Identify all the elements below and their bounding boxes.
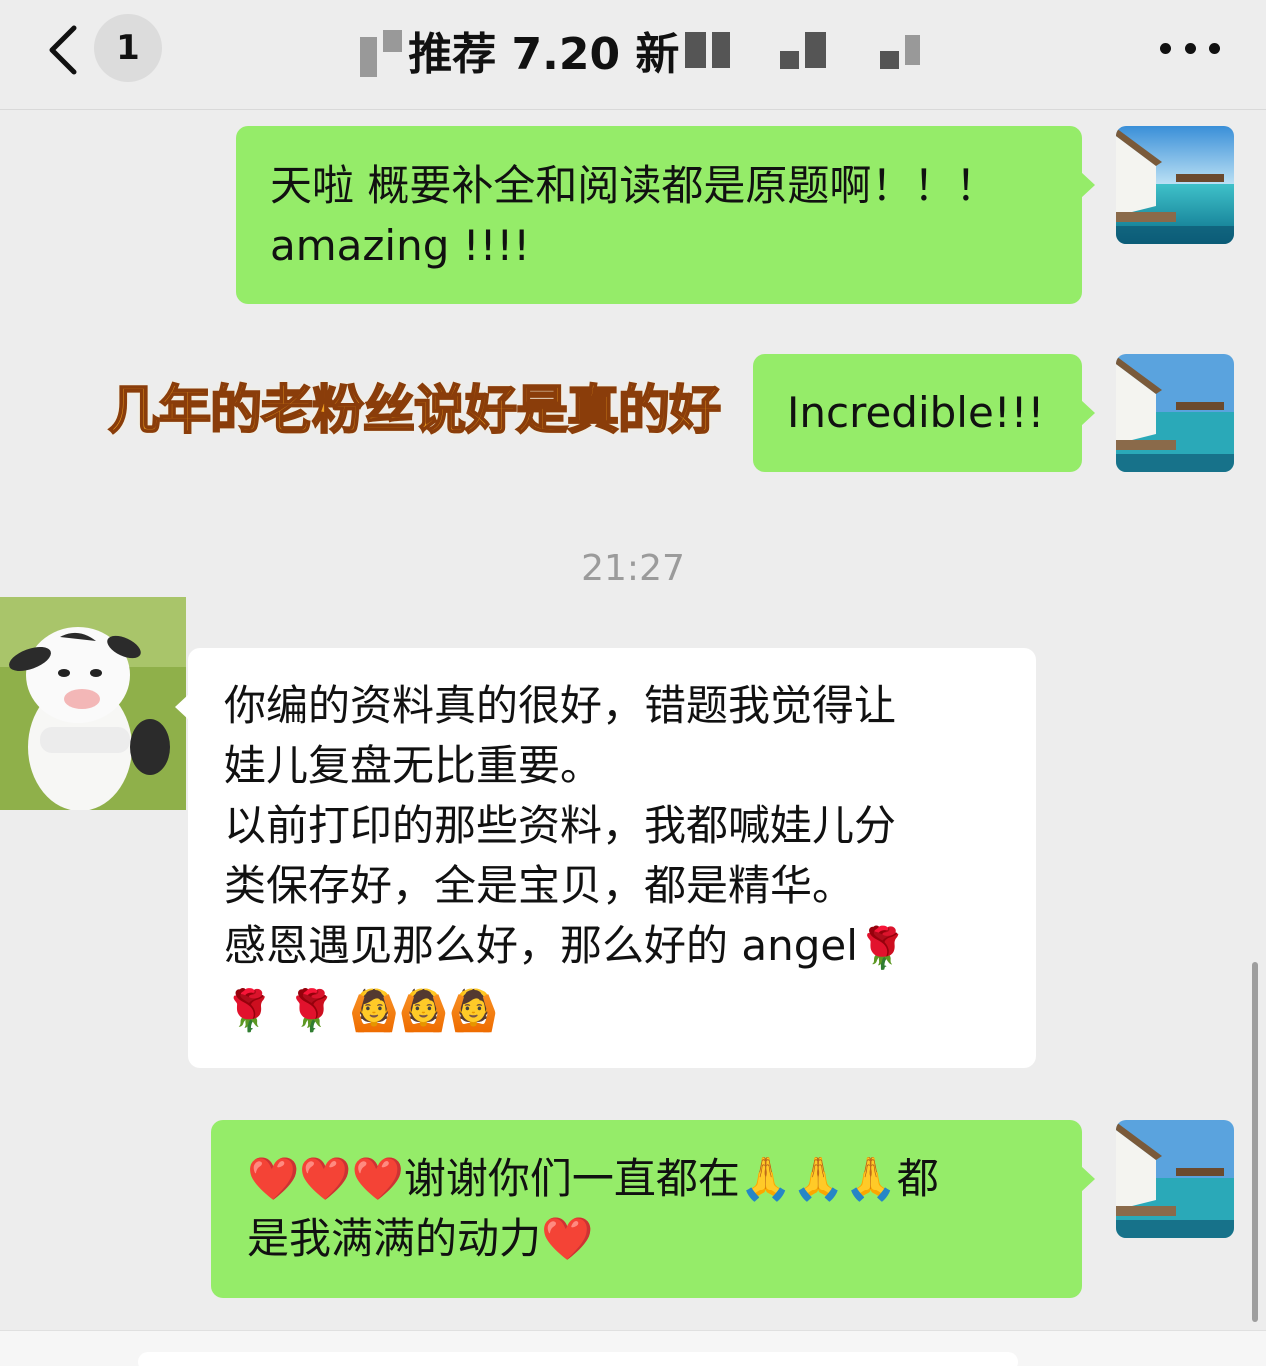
back-chevron-icon[interactable]: [44, 24, 84, 76]
redaction-mosaic: [712, 32, 730, 68]
emoji-line: 🌹 🌹 🙆🙆🙆: [224, 987, 499, 1034]
redaction-mosaic: [685, 32, 707, 68]
message-bubble-incoming[interactable]: 你编的资料真的很好，错题我觉得让 娃儿复盘无比重要。 以前打印的那些资料，我都喊…: [175, 648, 1036, 1068]
message-text: 你编的资料真的很好，错题我觉得让 娃儿复盘无比重要。 以前打印的那些资料，我都喊…: [224, 676, 1000, 979]
message-bubble-outgoing[interactable]: ❤️❤️❤️谢谢你们一直都在🙏🙏🙏都 是我满满的动力❤️: [211, 1120, 1095, 1298]
message-body: 你编的资料真的很好，错题我觉得让 娃儿复盘无比重要。 以前打印的那些资料，我都喊…: [224, 681, 897, 970]
scrollbar[interactable]: [1252, 962, 1258, 1322]
redaction-mosaic: [360, 37, 378, 77]
message-text: ❤️❤️❤️谢谢你们一直都在🙏🙏🙏都 是我满满的动力❤️: [247, 1154, 939, 1263]
rose-emoji: 🌹: [857, 925, 908, 972]
redaction-mosaic: [383, 30, 403, 52]
cartoon-cow-icon: [0, 597, 186, 810]
chat-title-text: 推荐 7.20 新: [408, 29, 680, 80]
message-input-field[interactable]: [138, 1352, 1018, 1366]
redaction-mosaic: [904, 35, 920, 65]
resort-photo-icon: [1116, 354, 1234, 472]
message-bubble-outgoing[interactable]: Incredible!!!: [753, 354, 1095, 472]
unread-count-badge[interactable]: 1: [94, 14, 162, 82]
redaction-mosaic: [879, 51, 899, 69]
my-avatar[interactable]: [1116, 354, 1234, 472]
resort-photo-icon: [1116, 126, 1234, 244]
contact-avatar[interactable]: [0, 597, 186, 810]
message-text: 天啦 概要补全和阅读都是原题啊！！！ amazing !!!!: [270, 161, 998, 270]
more-options-icon[interactable]: [1160, 40, 1220, 56]
chat-title: 推荐 7.20 新: [360, 22, 920, 80]
redaction-mosaic: [804, 32, 826, 68]
message-bubble-outgoing[interactable]: 天啦 概要补全和阅读都是原题啊！！！ amazing !!!!: [236, 126, 1095, 304]
message-text: Incredible!!!: [787, 388, 1045, 437]
my-avatar[interactable]: [1116, 1120, 1234, 1238]
chat-header: 1 推荐 7.20 新: [0, 0, 1266, 110]
redaction-mosaic: [779, 51, 799, 69]
my-avatar[interactable]: [1116, 126, 1234, 244]
message-timestamp: 21:27: [581, 548, 685, 589]
overlay-caption: 几年的老粉丝说好是真的好: [107, 380, 722, 442]
resort-photo-icon: [1116, 1120, 1234, 1238]
